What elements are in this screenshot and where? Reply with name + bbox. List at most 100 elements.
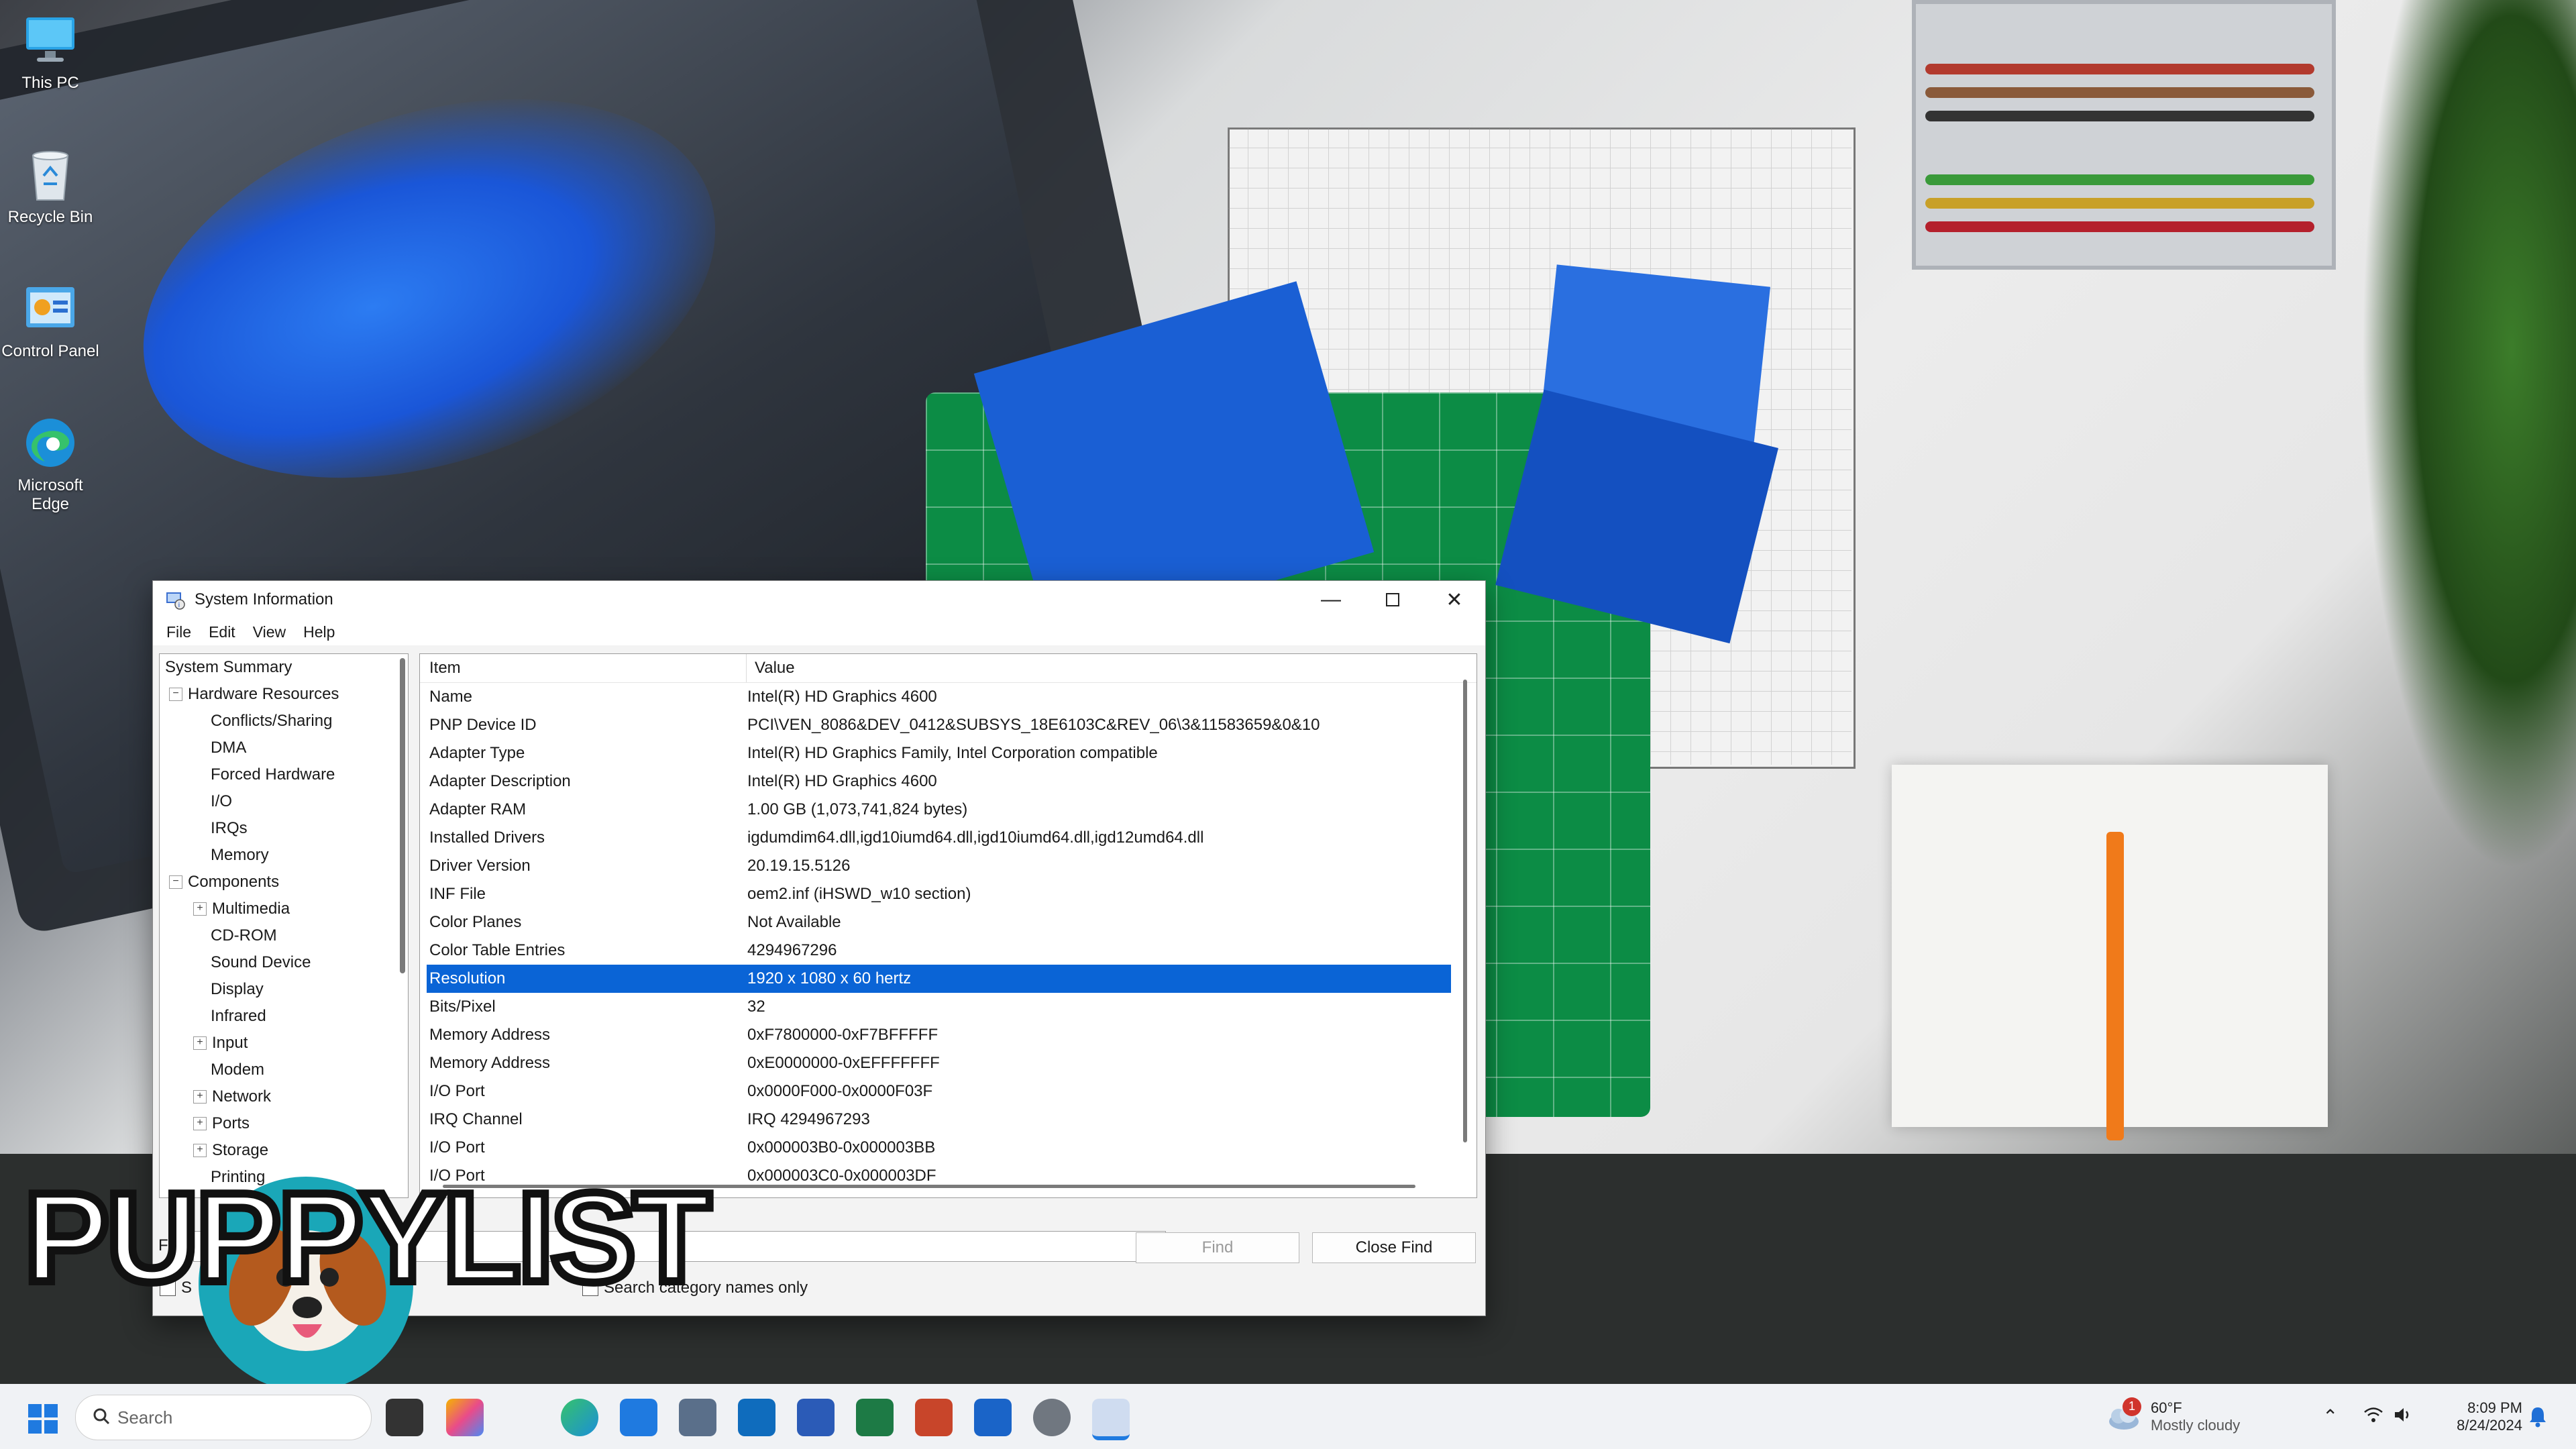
tree-item[interactable]: + Input xyxy=(160,1030,408,1057)
expand-icon[interactable]: + xyxy=(193,1090,207,1104)
weather-description: Mostly cloudy xyxy=(2151,1416,2241,1434)
tree-item[interactable]: IRQs xyxy=(160,815,408,842)
tree-item[interactable]: Sound Device xyxy=(160,949,408,976)
tree-item[interactable]: I/O xyxy=(160,788,408,815)
tree-item[interactable]: DMA xyxy=(160,735,408,761)
table-row[interactable]: Adapter Type Intel(R) HD Graphics Family,… xyxy=(427,739,1451,767)
expand-icon[interactable]: + xyxy=(193,1036,207,1050)
outlook-icon[interactable] xyxy=(738,1399,775,1436)
table-row[interactable]: I/O Port 0x000003B0-0x000003BB xyxy=(427,1134,1451,1162)
collapse-icon[interactable]: − xyxy=(169,688,182,701)
puppylist-logo-text: PUPPYLIST xyxy=(20,1167,715,1309)
tree-item-label: Multimedia xyxy=(212,900,290,918)
tree-item-label: DMA xyxy=(211,739,247,757)
word-icon[interactable] xyxy=(797,1399,835,1436)
desktop-icon-control-panel[interactable]: Control Panel xyxy=(0,280,101,361)
tree-item[interactable]: System Summary xyxy=(160,654,408,681)
tree-item[interactable]: + Ports xyxy=(160,1110,408,1137)
windows-icon xyxy=(28,1404,58,1434)
find-button[interactable]: Find xyxy=(1136,1232,1299,1263)
tree-item[interactable]: Infrared xyxy=(160,1003,408,1030)
weather-widget[interactable]: 1 60°F Mostly cloudy xyxy=(2105,1384,2240,1449)
notification-bell-icon[interactable] xyxy=(2528,1384,2548,1449)
desktop-icon-microsoft-edge[interactable]: Microsoft Edge xyxy=(0,415,101,514)
desktop-icon-this-pc[interactable]: This PC xyxy=(0,12,101,93)
tree-item[interactable]: Conflicts/Sharing xyxy=(160,708,408,735)
row-value: Intel(R) HD Graphics Family, Intel Corpo… xyxy=(747,744,1158,762)
control-panel-icon xyxy=(22,280,78,337)
column-header-value[interactable]: Value xyxy=(746,654,1477,682)
tree-item[interactable]: − Components xyxy=(160,869,408,896)
table-row[interactable]: Color Table Entries 4294967296 xyxy=(427,936,1451,965)
table-row[interactable]: Adapter RAM 1.00 GB (1,073,741,824 bytes) xyxy=(427,796,1451,824)
system-information-taskbar-icon[interactable] xyxy=(1092,1399,1130,1440)
table-row[interactable]: PNP Device ID PCI\VEN_8086&DEV_0412&SUBSY… xyxy=(427,711,1451,739)
tree-item[interactable]: Memory xyxy=(160,842,408,869)
table-row[interactable]: Color Planes Not Available xyxy=(427,908,1451,936)
row-value: 4294967296 xyxy=(747,941,837,959)
table-row[interactable]: Driver Version 20.19.15.5126 xyxy=(427,852,1451,880)
row-item: Installed Drivers xyxy=(429,828,545,847)
speaker-icon[interactable] xyxy=(2393,1406,2413,1428)
tree-item[interactable]: Forced Hardware xyxy=(160,761,408,788)
outlook-classic-icon[interactable] xyxy=(974,1399,1012,1436)
details-list[interactable]: Item Value Name Intel(R) HD Graphics 4600… xyxy=(419,653,1477,1198)
taskbar-search-box[interactable]: Search xyxy=(75,1395,372,1440)
tree-item[interactable]: − Hardware Resources xyxy=(160,681,408,708)
tree-item[interactable]: + Multimedia xyxy=(160,896,408,922)
table-row[interactable]: Name Intel(R) HD Graphics 4600 xyxy=(427,683,1451,711)
tree-item[interactable]: Display xyxy=(160,976,408,1003)
start-button[interactable] xyxy=(28,1404,58,1434)
collapse-icon[interactable]: − xyxy=(169,875,182,889)
excel-icon[interactable] xyxy=(856,1399,894,1436)
minimize-button[interactable]: — xyxy=(1300,581,1362,619)
tree-item[interactable]: + Storage xyxy=(160,1137,408,1164)
desktop-icon-recycle-bin[interactable]: Recycle Bin xyxy=(0,146,101,227)
microsoft-store-icon[interactable] xyxy=(620,1399,657,1436)
chevron-up-icon[interactable]: ⌃ xyxy=(2322,1405,2338,1428)
tree-item[interactable]: Modem xyxy=(160,1057,408,1083)
column-header-item[interactable]: Item xyxy=(420,659,746,678)
category-tree[interactable]: System Summary − Hardware Resources Conflic… xyxy=(159,653,409,1198)
row-value: igdumdim64.dll,igd10iumd64.dll,igd10iumd… xyxy=(747,828,1204,847)
expand-icon[interactable]: + xyxy=(193,1144,207,1157)
minimize-icon: — xyxy=(1321,588,1341,610)
clock[interactable]: 8:09 PM 8/24/2024 xyxy=(2442,1384,2522,1449)
task-view-icon[interactable] xyxy=(386,1399,423,1436)
menu-help[interactable]: Help xyxy=(297,623,345,641)
list-vertical-scrollbar[interactable] xyxy=(1463,680,1467,1142)
title-bar[interactable]: i System Information — ✕ xyxy=(153,581,1485,619)
close-button[interactable]: ✕ xyxy=(1424,581,1485,619)
table-row[interactable]: IRQ Channel IRQ 4294967293 xyxy=(427,1106,1451,1134)
menu-edit[interactable]: Edit xyxy=(202,623,246,641)
menu-view[interactable]: View xyxy=(246,623,297,641)
expand-icon[interactable]: + xyxy=(193,1117,207,1130)
table-row[interactable]: Bits/Pixel 32 xyxy=(427,993,1451,1021)
edge-icon[interactable] xyxy=(561,1399,598,1436)
table-row[interactable]: Memory Address 0xE0000000-0xEFFFFFFF xyxy=(427,1049,1451,1077)
tree-item-label: Components xyxy=(188,873,280,891)
table-row-selected[interactable]: Resolution 1920 x 1080 x 60 hertz xyxy=(427,965,1451,993)
table-row[interactable]: I/O Port 0x0000F000-0x0000F03F xyxy=(427,1077,1451,1106)
table-row[interactable]: Memory Address 0xF7800000-0xF7BFFFFF xyxy=(427,1021,1451,1049)
table-row[interactable]: Adapter Description Intel(R) HD Graphics … xyxy=(427,767,1451,796)
row-item: Color Planes xyxy=(429,913,522,931)
row-item: Memory Address xyxy=(429,1026,551,1044)
table-row[interactable]: Installed Drivers igdumdim64.dll,igd10ium… xyxy=(427,824,1451,852)
row-value: 1920 x 1080 x 60 hertz xyxy=(747,969,912,987)
tree-scrollbar[interactable] xyxy=(400,658,405,973)
tree-item[interactable]: + Network xyxy=(160,1083,408,1110)
row-value: 1.00 GB (1,073,741,824 bytes) xyxy=(747,800,968,818)
wifi-icon[interactable] xyxy=(2363,1406,2383,1428)
table-row[interactable]: INF File oem2.inf (iHSWD_w10 section) xyxy=(427,880,1451,908)
menu-file[interactable]: File xyxy=(160,623,202,641)
settings-gear-icon[interactable] xyxy=(1033,1399,1071,1436)
weather-temperature: 60°F xyxy=(2151,1399,2182,1416)
powerpoint-icon[interactable] xyxy=(915,1399,953,1436)
maximize-button[interactable] xyxy=(1362,581,1424,619)
camera-icon[interactable] xyxy=(679,1399,716,1436)
widgets-icon[interactable] xyxy=(446,1399,484,1436)
tree-item[interactable]: CD-ROM xyxy=(160,922,408,949)
close-find-button[interactable]: Close Find xyxy=(1312,1232,1476,1263)
expand-icon[interactable]: + xyxy=(193,902,207,916)
